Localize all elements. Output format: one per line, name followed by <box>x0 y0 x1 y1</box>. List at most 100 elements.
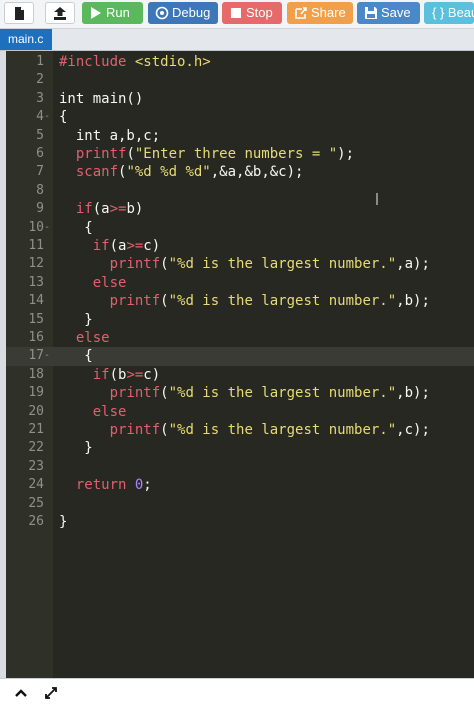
debug-button[interactable]: Debug <box>148 2 218 24</box>
code-token: #include <box>59 54 135 70</box>
line-number: 5 <box>36 127 44 143</box>
code-line[interactable]: 5 int a,b,c; <box>6 127 474 145</box>
code-line[interactable]: 9 if(a>=b) <box>6 200 474 218</box>
line-number: 19 <box>28 385 44 401</box>
code-token: "%d %d %d" <box>126 164 211 181</box>
line-number: 20 <box>28 403 44 419</box>
code-token: <stdio.h> <box>134 54 211 70</box>
save-icon <box>365 7 377 19</box>
code-line[interactable]: 1 #include <stdio.h> <box>6 53 474 71</box>
code-token: ( <box>160 385 169 402</box>
share-button[interactable]: Share <box>287 2 353 24</box>
code-text: } <box>59 311 93 329</box>
text-cursor <box>376 193 378 205</box>
code-token: ; <box>143 477 152 494</box>
code-line[interactable]: 10- { <box>6 219 474 237</box>
play-icon <box>91 7 101 19</box>
code-line[interactable]: 2 <box>6 71 474 89</box>
fold-toggle-icon[interactable]: - <box>44 219 53 237</box>
code-line[interactable]: 23 <box>6 458 474 476</box>
code-token: ( <box>160 293 169 310</box>
code-token: (a <box>109 238 127 254</box>
fold-toggle-icon[interactable]: - <box>44 347 53 365</box>
line-number: 14 <box>28 293 44 309</box>
line-number: 26 <box>28 514 44 529</box>
code-text: scanf("%d %d %d",&a,&b,&c); <box>59 163 304 181</box>
code-line[interactable]: 12 printf("%d is the largest number.",a)… <box>6 255 474 273</box>
stop-icon <box>231 8 241 18</box>
code-line[interactable]: 25 <box>6 495 474 513</box>
line-number: 25 <box>28 495 44 511</box>
code-text: printf("%d is the largest number.",b); <box>59 384 430 402</box>
code-token: (a <box>92 201 110 218</box>
code-token: { <box>59 109 68 126</box>
code-line[interactable]: 24 return 0; <box>6 476 474 494</box>
code-token: printf <box>59 293 161 310</box>
code-line[interactable]: 15 } <box>6 311 474 329</box>
code-token: return <box>59 477 135 494</box>
code-line[interactable]: 19 printf("%d is the largest number.",b)… <box>6 384 474 402</box>
line-number: 10 <box>28 219 44 235</box>
chevron-up-icon[interactable] <box>12 684 30 702</box>
line-number: 3 <box>36 90 44 106</box>
beautify-button[interactable]: { } Beau <box>424 2 474 24</box>
tab-label: main.c <box>8 32 44 46</box>
code-token: >= <box>126 366 144 383</box>
code-line[interactable]: 17- { <box>6 347 474 366</box>
code-line[interactable]: 16 else <box>6 329 474 347</box>
code-text: int main() <box>59 90 143 108</box>
new-file-button[interactable] <box>4 2 34 24</box>
run-button[interactable]: Run <box>82 2 143 24</box>
code-token: "%d is the largest number." <box>168 256 397 273</box>
code-text: printf("Enter three numbers = "); <box>59 145 354 163</box>
code-token: scanf <box>59 164 119 181</box>
run-label: Run <box>106 5 130 20</box>
stop-label: Stop <box>246 5 273 20</box>
line-number: 22 <box>28 440 44 456</box>
code-token: else <box>59 274 127 291</box>
save-button[interactable]: Save <box>357 2 420 24</box>
code-line[interactable]: 14 printf("%d is the largest number.",b)… <box>6 292 474 310</box>
code-line[interactable]: 8 <box>6 182 474 200</box>
code-text: printf("%d is the largest number.",b); <box>59 292 430 310</box>
line-number: 16 <box>28 330 44 345</box>
code-token: if <box>59 238 110 254</box>
line-number: 18 <box>28 366 44 382</box>
code-token: c) <box>143 366 161 383</box>
beautify-label: { } Beau <box>432 5 474 20</box>
code-line[interactable]: 11 if(a>=c) <box>6 237 474 255</box>
code-token: if <box>59 366 110 383</box>
code-line[interactable]: 21 printf("%d is the largest number.",c)… <box>6 421 474 439</box>
fold-toggle-icon[interactable]: - <box>44 108 53 126</box>
debug-icon <box>155 6 169 20</box>
code-line[interactable]: 6 printf("Enter three numbers = "); <box>6 145 474 163</box>
code-token: "%d is the largest number." <box>168 385 397 402</box>
code-token: { <box>59 219 93 236</box>
code-line[interactable]: 20 else <box>6 403 474 421</box>
code-line[interactable]: 7 scanf("%d %d %d",&a,&b,&c); <box>6 163 474 181</box>
stop-button[interactable]: Stop <box>222 2 282 24</box>
upload-button[interactable] <box>45 2 75 24</box>
tab-main-c[interactable]: main.c <box>0 29 52 50</box>
code-token: } <box>59 440 93 457</box>
code-line[interactable]: 18 if(b>=c) <box>6 366 474 384</box>
code-line[interactable]: 26} <box>6 513 474 531</box>
code-text: { <box>59 219 93 237</box>
code-token: ( <box>160 256 169 273</box>
code-token: { <box>59 348 93 365</box>
code-token: (b <box>109 366 127 383</box>
expand-arrows-icon[interactable] <box>42 684 60 702</box>
code-token: } <box>59 514 68 530</box>
code-text: return 0; <box>59 476 152 494</box>
save-label: Save <box>381 5 411 20</box>
code-line[interactable]: 22 } <box>6 439 474 457</box>
code-token: } <box>59 311 93 328</box>
code-text: if(a>=c) <box>59 237 160 255</box>
code-line[interactable]: 3 int main() <box>6 90 474 108</box>
code-text: { <box>59 347 93 365</box>
code-line[interactable]: 13 else <box>6 274 474 292</box>
code-token: ,b); <box>396 385 430 402</box>
code-editor[interactable]: 1 #include <stdio.h> 2 3 int main() 4-{5 int … <box>6 51 474 678</box>
code-line[interactable]: 4-{ <box>6 108 474 126</box>
line-number: 9 <box>36 201 44 217</box>
